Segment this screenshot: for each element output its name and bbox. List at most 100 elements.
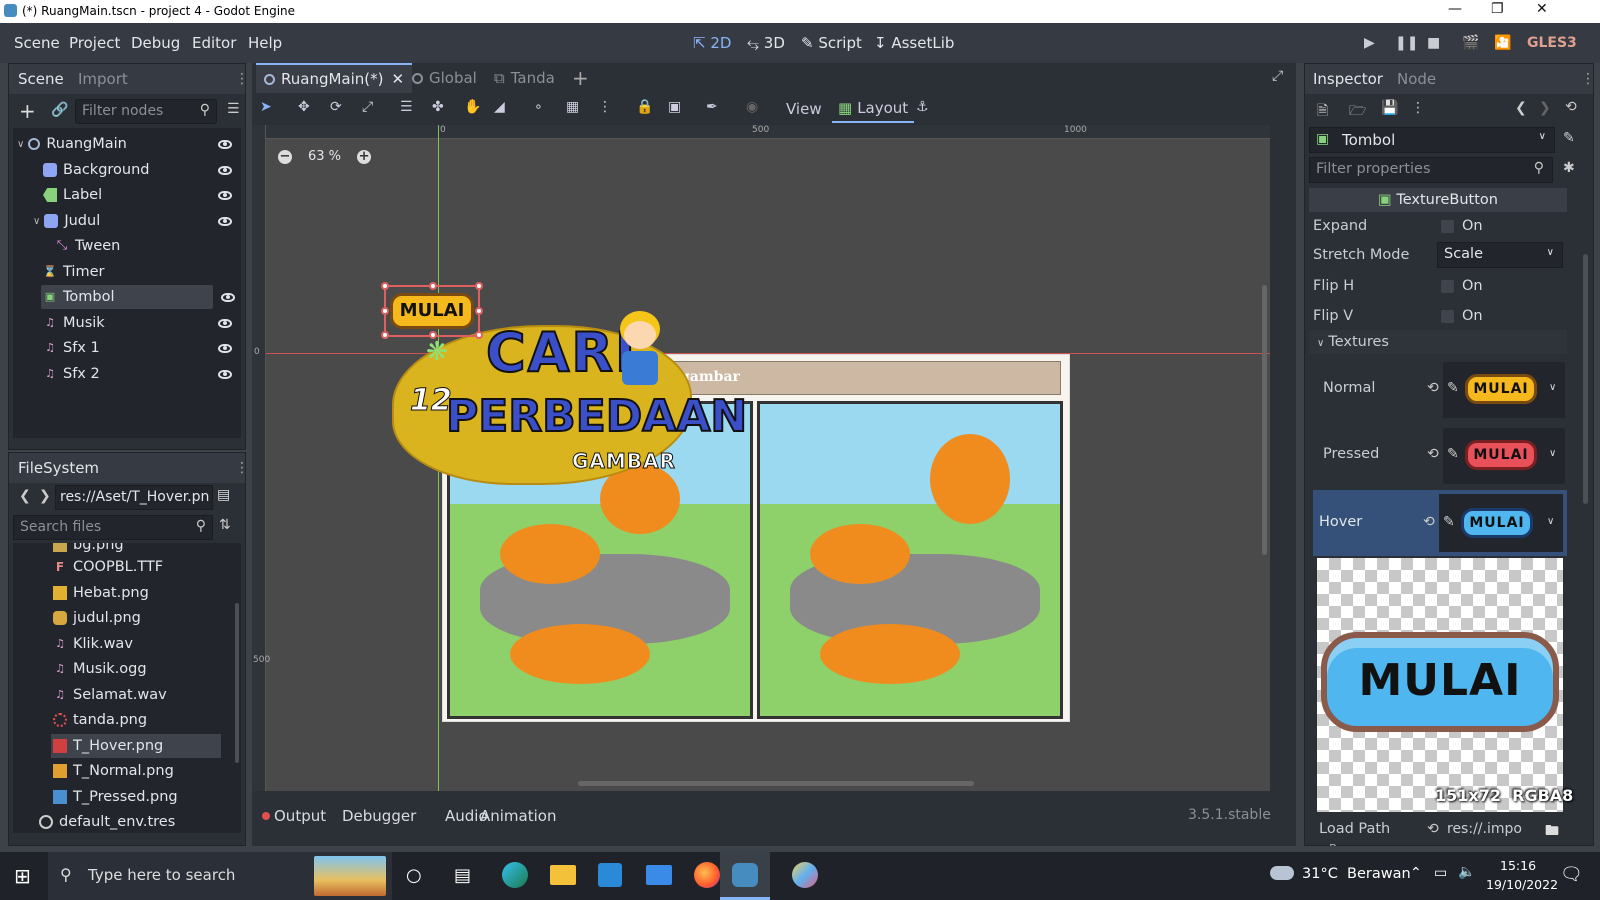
link-icon[interactable]: 🔗 [51,102,68,118]
tab-tanda[interactable]: ⧉ Tanda [494,63,555,93]
stop-icon[interactable]: ■ [1427,35,1440,51]
edge-icon[interactable] [502,862,528,888]
revert-icon[interactable]: ⟲ [1427,380,1439,396]
split-view-icon[interactable]: ▤ [217,487,230,503]
file-item[interactable]: F COOPBL.TTF [53,555,163,579]
play-scene-icon[interactable]: 🎬 [1462,35,1479,51]
clock-date[interactable]: 19/10/2022 [1486,877,1558,892]
clock-time[interactable]: 15:16 [1500,858,1536,873]
filter-nodes-input[interactable]: Filter nodes ⚲ [75,99,217,124]
scale-tool-icon[interactable]: ⤢ [362,99,373,115]
visibility-icon[interactable] [218,318,232,328]
filesystem-menu-icon[interactable]: ⋮ [235,460,249,476]
path-field[interactable]: res://Aset/T_Hover.pn [55,485,213,510]
lock-icon[interactable]: 🔒 [636,99,653,115]
stretch-mode-select[interactable]: Scale ∨ [1437,242,1563,268]
tree-node-tween[interactable]: ⤡ Tween [55,234,242,258]
network-icon[interactable]: ▭ [1434,865,1447,881]
tab-import[interactable]: Import [78,70,128,88]
object-props-icon[interactable]: ✎ [1563,130,1575,146]
restore-icon[interactable]: ❐ [1491,1,1504,17]
list-select-icon[interactable]: ☰ [400,99,413,115]
tab-debugger[interactable]: Debugger [342,807,416,825]
revert-icon[interactable]: ⟲ [1423,514,1435,530]
resize-handle[interactable] [475,331,483,339]
texture-hover-slot[interactable]: ✎ MULAI ∨ [1439,494,1563,552]
open-resource-icon[interactable]: 🗁 [1349,100,1366,124]
select-tool-icon[interactable]: ➤ [260,99,272,115]
visibility-icon[interactable] [218,165,232,175]
save-resource-icon[interactable]: 💾 [1381,100,1398,116]
tab-global[interactable]: Global [412,63,477,93]
file-item[interactable]: ♫ Selamat.wav [53,683,167,707]
viewport[interactable]: 0 500 1000 0 500 − 63 % + gambar CARI 12… [252,125,1270,791]
visibility-icon[interactable] [218,190,232,200]
scene-menu-icon[interactable]: ⋮ [235,71,249,87]
workspace-2d-button[interactable]: ⇱ 2D [693,34,731,52]
visibility-icon[interactable] [221,293,235,302]
add-tab-icon[interactable]: + [572,66,589,90]
close-icon[interactable]: ✕ [1536,1,1548,17]
resize-handle[interactable] [429,282,437,290]
instance-scene-icon[interactable]: ☰ [227,101,240,117]
inspector-scrollbar[interactable] [1583,254,1588,504]
search-files-input[interactable]: Search files ⚲ [13,515,213,540]
resize-handle[interactable] [381,307,389,315]
tab-ruangmain[interactable]: RuangMain(*) ✕ [256,63,413,93]
visibility-icon[interactable] [218,343,232,353]
view-menu[interactable]: View [786,100,822,118]
weather-icon[interactable] [1270,866,1294,880]
tree-node-musik[interactable]: ♫ Musik [43,311,242,335]
pan-tool-icon[interactable]: ✋ [464,99,481,115]
history-forward-icon[interactable]: ❯ [1539,100,1551,116]
minimize-icon[interactable]: — [1448,1,1462,17]
texture-normal-slot[interactable]: ✎ MULAI ∨ [1443,362,1565,418]
vertical-scrollbar[interactable] [1262,285,1267,555]
tree-node-tombol[interactable]: ▣ Tombol [41,285,213,309]
workspace-assetlib-button[interactable]: ↧ AssetLib [874,34,954,52]
filter-properties-input[interactable]: Filter properties ⚲ [1309,157,1553,183]
play-icon[interactable]: ▶ [1364,35,1375,51]
zoom-out-icon[interactable]: − [278,149,292,164]
tab-animation[interactable]: Animation [480,807,556,825]
weather-text[interactable]: 31°C Berawan [1302,866,1411,882]
renderer-label[interactable]: GLES3 [1527,35,1577,51]
visibility-icon[interactable] [218,369,232,379]
camera-override-icon[interactable]: ◉ [746,99,758,115]
workspace-3d-button[interactable]: ⥃ 3D [747,34,785,52]
selected-node-tombol[interactable]: MULAI [381,282,483,339]
rotate-tool-icon[interactable]: ⟳ [330,99,342,115]
anchor-gizmo-icon[interactable]: ❋ [426,337,448,367]
resize-handle[interactable] [381,331,389,339]
file-item[interactable]: default_env.tres [39,810,175,833]
add-node-icon[interactable]: + [19,99,36,123]
expand-checkbox[interactable]: On [1441,218,1483,234]
menu-project[interactable]: Project [69,34,120,52]
workspace-script-button[interactable]: ✎ Script [801,34,862,52]
tree-node-sfx1[interactable]: ♫ Sfx 1 [43,336,242,360]
file-item[interactable]: ♫ Klik.wav [53,632,133,656]
task-view-icon[interactable]: ○ [406,865,422,886]
tree-node-ruangmain[interactable]: ∨ RuangMain [17,132,242,156]
file-item-selected[interactable]: T_Hover.png [51,734,221,758]
grid-snap-icon[interactable]: ▦ [566,99,579,115]
menu-help[interactable]: Help [248,34,282,52]
layout-menu[interactable]: ▦ Layout [832,95,915,123]
property-settings-icon[interactable]: ✱ [1563,160,1575,176]
revert-icon[interactable]: ⟲ [1427,446,1439,462]
flip-v-checkbox[interactable]: On [1441,308,1483,324]
forward-icon[interactable]: ❯ [39,488,51,504]
flip-h-checkbox[interactable]: On [1441,278,1483,294]
tab-output[interactable]: Output [274,807,326,825]
file-item[interactable]: judul.png [53,606,141,630]
file-item[interactable]: Hebat.png [53,581,149,605]
godot-taskbar-button[interactable] [720,852,770,900]
horizontal-scrollbar[interactable] [578,781,974,786]
tree-node-background[interactable]: Background [43,158,242,182]
tab-scene[interactable]: Scene [18,70,64,88]
textures-section[interactable]: ∨ Textures [1309,330,1567,354]
move-tool-icon[interactable]: ✥ [298,99,310,115]
load-path-value[interactable]: res://.impo [1447,821,1522,837]
history-icon[interactable]: ⟲ [1565,99,1577,115]
zoom-level[interactable]: 63 % [308,149,341,164]
